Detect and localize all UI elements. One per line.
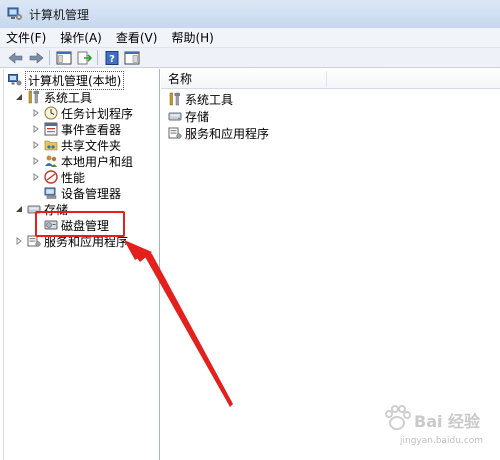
tree-label-shared-folders: 共享文件夹 [61, 138, 122, 153]
expand-arrow-icon[interactable] [31, 141, 40, 150]
toolbar: ? [0, 48, 500, 68]
tree-label-event-viewer: 事件查看器 [61, 122, 122, 137]
tree-label-root: 计算机管理(本地) [25, 70, 125, 90]
system-tools-icon [169, 92, 180, 106]
tree-label-local-users-groups: 本地用户和组 [61, 154, 134, 169]
svg-text:?: ? [109, 54, 115, 65]
users-icon [45, 155, 57, 167]
tree-label-device-manager: 设备管理器 [61, 186, 122, 201]
tree-item-performance[interactable]: 性能 [31, 169, 85, 185]
list-item[interactable]: 系统工具 [168, 91, 233, 107]
navigation-tree[interactable]: 计算机管理(本地) 系统工具 任务计划程序 事件查看器 共享文件夹 本地用户和组… [3, 69, 160, 460]
tree-label-system-tools: 系统工具 [44, 90, 93, 105]
collapse-arrow-icon[interactable] [14, 205, 23, 214]
column-header-name[interactable]: 名称 [161, 69, 500, 89]
device-manager-icon [44, 187, 57, 199]
export-list-icon[interactable] [75, 50, 92, 66]
computer-management-icon [8, 74, 22, 86]
paw-logo-icon [385, 405, 411, 430]
help-icon[interactable]: ? [103, 50, 120, 66]
show-hide-tree-icon[interactable] [55, 50, 72, 66]
tree-item-task-scheduler[interactable]: 任务计划程序 [31, 105, 133, 121]
computer-management-icon [7, 7, 22, 20]
watermark-brand: Bai 经验 [414, 412, 481, 431]
toolbar-separator [97, 50, 98, 65]
storage-icon [168, 112, 182, 121]
tree-item-shared-folders[interactable]: 共享文件夹 [31, 137, 121, 153]
no-expand-spacer [31, 189, 40, 198]
list-item-label: 服务和应用程序 [185, 126, 270, 141]
annotation-highlight-box [35, 211, 125, 237]
list-item-label: 存储 [185, 109, 210, 124]
toolbar-separator [49, 50, 50, 65]
forward-icon[interactable] [27, 50, 44, 66]
event-viewer-icon [44, 122, 58, 136]
back-icon[interactable] [7, 50, 24, 66]
tree-item-local-users-groups[interactable]: 本地用户和组 [31, 153, 133, 169]
collapse-arrow-icon[interactable] [14, 93, 23, 102]
watermark-url: jingyan.baidu.com [400, 436, 484, 446]
column-divider[interactable] [326, 71, 327, 87]
services-apps-icon [168, 127, 182, 139]
tree-label-performance: 性能 [61, 170, 86, 185]
menu-help[interactable]: 帮助(H) [171, 29, 213, 46]
tree-item-system-tools[interactable]: 系统工具 [14, 89, 92, 105]
expand-arrow-icon[interactable] [31, 109, 40, 118]
tree-label-task-scheduler: 任务计划程序 [61, 106, 134, 121]
list-item[interactable]: 服务和应用程序 [168, 125, 269, 141]
expand-arrow-icon[interactable] [14, 237, 23, 246]
clock-icon [44, 106, 58, 120]
list-item[interactable]: 存储 [168, 108, 209, 124]
baidu-jingyan-watermark: Bai 经验 jingyan.baidu.com [380, 400, 498, 456]
system-tools-icon [28, 90, 39, 104]
performance-icon [44, 170, 58, 184]
menu-action[interactable]: 操作(A) [60, 29, 102, 46]
tree-item-device-manager[interactable]: 设备管理器 [31, 185, 121, 201]
tree-item-event-viewer[interactable]: 事件查看器 [31, 121, 121, 137]
list-item-label: 系统工具 [185, 92, 234, 107]
menu-file[interactable]: 文件(F) [6, 29, 46, 46]
menu-view[interactable]: 查看(V) [116, 29, 158, 46]
column-header-label: 名称 [168, 72, 193, 86]
expand-arrow-icon[interactable] [31, 157, 40, 166]
show-hide-action-icon[interactable] [123, 50, 140, 66]
shared-folder-icon [44, 140, 58, 151]
title-bar: 计算机管理 [0, 0, 500, 28]
tree-item-root[interactable]: 计算机管理(本地) [8, 70, 125, 90]
window-title: 计算机管理 [29, 7, 90, 22]
menu-bar: 文件(F) 操作(A) 查看(V) 帮助(H) [0, 28, 500, 48]
expand-arrow-icon[interactable] [31, 173, 40, 182]
expand-arrow-icon[interactable] [31, 125, 40, 134]
